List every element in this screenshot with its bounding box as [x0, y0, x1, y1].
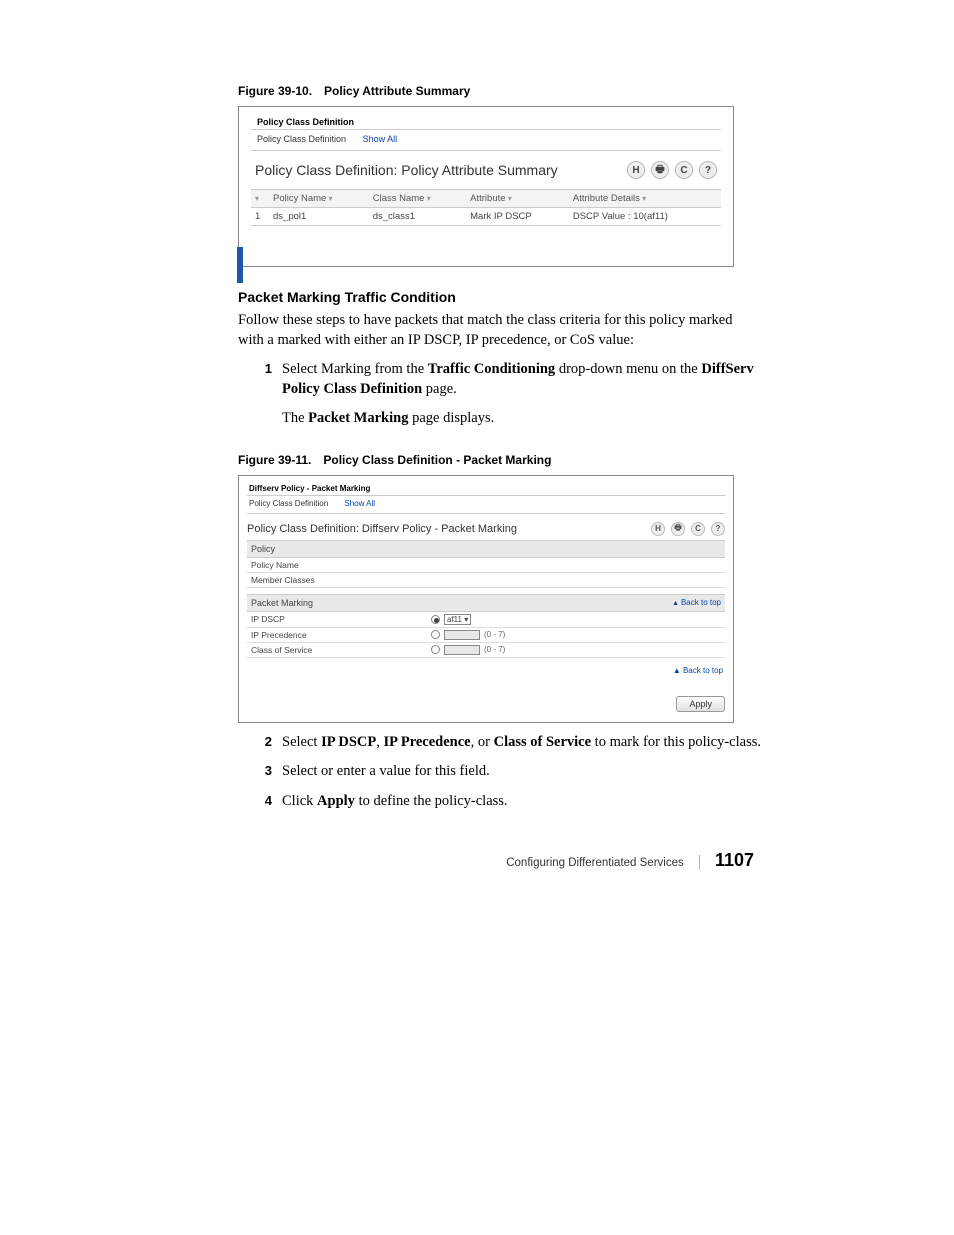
- figure-caption-1: Figure 39-10. Policy Attribute Summary: [238, 84, 854, 98]
- col-index[interactable]: [251, 190, 269, 208]
- cell-attribute-details: DSCP Value : 10(af11): [569, 208, 721, 226]
- row-member-classes: Member Classes: [247, 573, 725, 588]
- page-number: 1107: [715, 850, 754, 871]
- save-icon[interactable]: H: [651, 522, 665, 536]
- subtab-show-all[interactable]: Show All: [344, 499, 375, 508]
- subtab-show-all[interactable]: Show All: [363, 134, 398, 144]
- footer-title: Configuring Differentiated Services: [506, 857, 684, 869]
- cell-policy-name: ds_pol1: [269, 208, 369, 226]
- body-paragraph: Follow these steps to have packets that …: [238, 311, 758, 350]
- step-4: 4 Click Apply to define the policy-class…: [258, 792, 778, 812]
- row-ip-dscp: IP DSCP af11 ▾: [247, 612, 725, 628]
- figure-title-2: Policy Class Definition - Packet Marking: [323, 453, 551, 467]
- subtab-policy-class-definition[interactable]: Policy Class Definition: [249, 499, 328, 508]
- col-attribute-details[interactable]: Attribute Details: [569, 190, 721, 208]
- subtab-policy-class-definition[interactable]: Policy Class Definition: [257, 134, 346, 144]
- radio-class-of-service[interactable]: [431, 645, 440, 654]
- back-to-top-link[interactable]: ▲ Back to top: [673, 666, 723, 675]
- attribute-summary-table: Policy Name Class Name Attribute Attribu…: [251, 189, 721, 226]
- cell-attribute: Mark IP DSCP: [466, 208, 569, 226]
- figure-title-1: Policy Attribute Summary: [324, 84, 470, 98]
- col-class-name[interactable]: Class Name: [369, 190, 466, 208]
- figure-caption-2: Figure 39-11. Policy Class Definition - P…: [238, 453, 854, 467]
- row-policy-name: Policy Name: [247, 558, 725, 573]
- page-footer: Configuring Differentiated Services | 11…: [120, 850, 754, 871]
- refresh-icon[interactable]: C: [675, 161, 693, 179]
- row-ip-precedence: IP Precedence (0 - 7): [247, 628, 725, 643]
- figure-number-1: Figure 39-10.: [238, 84, 312, 98]
- table-row: 1 ds_pol1 ds_class1 Mark IP DSCP DSCP Va…: [251, 208, 721, 226]
- save-icon[interactable]: H: [627, 161, 645, 179]
- step-2: 2 Select IP DSCP, IP Precedence, or Clas…: [258, 733, 778, 753]
- back-to-top-link[interactable]: Back to top: [672, 598, 721, 607]
- print-icon[interactable]: 🖶: [651, 161, 669, 179]
- print-icon[interactable]: 🖶: [671, 522, 685, 536]
- figure-number-2: Figure 39-11.: [238, 453, 311, 467]
- select-dscp-value[interactable]: af11 ▾: [444, 614, 471, 625]
- col-policy-name[interactable]: Policy Name: [269, 190, 369, 208]
- cell-class-name: ds_class1: [369, 208, 466, 226]
- screenshot-policy-attribute-summary: Policy Class Definition Policy Class Def…: [238, 106, 734, 267]
- section-policy: Policy: [247, 540, 725, 558]
- step-1: 1 Select Marking from the Traffic Condit…: [258, 360, 778, 429]
- screenshot-packet-marking: Diffserv Policy - Packet Marking Policy …: [238, 475, 734, 723]
- col-attribute[interactable]: Attribute: [466, 190, 569, 208]
- step-3: 3 Select or enter a value for this field…: [258, 762, 778, 782]
- footer-separator: |: [698, 853, 701, 871]
- radio-ip-dscp[interactable]: [431, 615, 440, 624]
- help-icon[interactable]: ?: [699, 161, 717, 179]
- section-heading: Packet Marking Traffic Condition: [238, 289, 854, 305]
- refresh-icon[interactable]: C: [691, 522, 705, 536]
- breadcrumb: Policy Class Definition: [251, 115, 721, 130]
- section-packet-marking: Packet Marking Back to top: [247, 594, 725, 612]
- scrollbar-accent: [237, 247, 243, 283]
- radio-ip-precedence[interactable]: [431, 630, 440, 639]
- input-ip-precedence[interactable]: [444, 630, 480, 640]
- breadcrumb: Diffserv Policy - Packet Marking: [247, 482, 725, 496]
- input-class-of-service[interactable]: [444, 645, 480, 655]
- cell-index: 1: [251, 208, 269, 226]
- help-icon[interactable]: ?: [711, 522, 725, 536]
- panel-title: Policy Class Definition: Diffserv Policy…: [247, 523, 517, 535]
- row-class-of-service: Class of Service (0 - 7): [247, 643, 725, 658]
- panel-title: Policy Class Definition: Policy Attribut…: [255, 162, 558, 178]
- apply-button[interactable]: Apply: [676, 696, 725, 712]
